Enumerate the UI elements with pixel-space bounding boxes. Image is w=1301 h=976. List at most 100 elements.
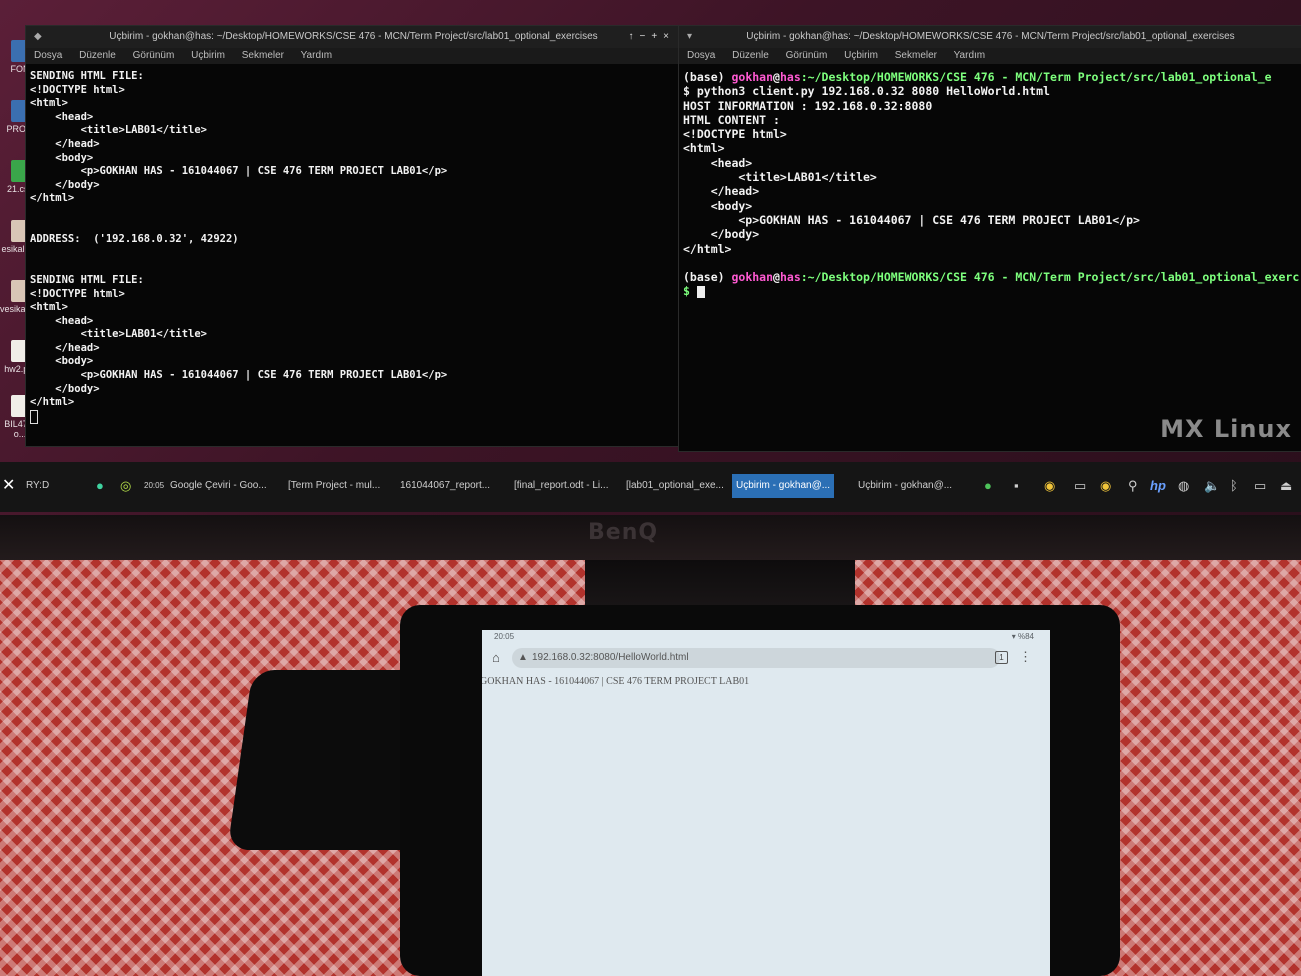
menu-item[interactable]: Görünüm [786, 50, 828, 61]
prompt-at: @ [773, 70, 780, 84]
window-title: Uçbirim - gokhan@has: ~/Desktop/HOMEWORK… [746, 31, 1235, 42]
taskbar-item-folder[interactable]: [lab01_optional_exe... [622, 474, 728, 498]
update-indicator-icon[interactable]: ◎ [120, 474, 131, 498]
menu-item[interactable]: Yardım [301, 50, 333, 61]
terminal-line: <body> [683, 198, 753, 213]
eject-icon[interactable]: ⏏ [1280, 474, 1292, 498]
window-title: Uçbirim - gokhan@has: ~/Desktop/HOMEWORK… [109, 31, 598, 42]
command-output: HOST INFORMATION : 192.168.0.32:8080 HTML… [683, 99, 1298, 256]
browser-toolbar: ⌂ 192.168.0.32:8080/HelloWorld.html ▲ 1 … [482, 644, 1050, 672]
battery-level: %84 [1017, 632, 1034, 641]
client-terminal-window[interactable]: ▾ Uçbirim - gokhan@has: ~/Desktop/HOMEWO… [678, 25, 1301, 452]
client-terminal-menubar: Dosya Düzenle Görünüm Uçbirim Sekmeler Y… [679, 48, 1301, 64]
client-terminal-output[interactable]: (base) gokhan@has:~/Desktop/HOMEWORKS/CS… [679, 64, 1301, 305]
terminal-line: <title>LAB01</title> [683, 170, 877, 185]
maximize-icon[interactable]: + [651, 31, 663, 42]
terminal-line: <title>LAB01</title> [30, 328, 208, 341]
mx-linux-watermark: MX Linux [1160, 415, 1292, 443]
menu-item[interactable]: Uçbirim [191, 50, 225, 61]
terminal-line: </head> [30, 137, 100, 150]
terminal-line: </body> [683, 227, 760, 242]
menu-item[interactable]: Uçbirim [844, 50, 878, 61]
terminal-line: <!DOCTYPE html> [30, 83, 125, 96]
server-terminal-window[interactable]: ◆ Uçbirim - gokhan@has: ~/Desktop/HOMEWO… [25, 25, 682, 447]
menu-item[interactable]: Dosya [34, 50, 62, 61]
terminal-launcher-icon[interactable]: ▪ [1014, 474, 1019, 498]
terminal-line: <title>LAB01</title> [30, 124, 208, 137]
menu-item[interactable]: Sekmeler [242, 50, 284, 61]
taskbar-item-terminal[interactable]: Uçbirim - gokhan@... [854, 474, 956, 498]
terminal-line: </head> [683, 184, 760, 199]
menu-item[interactable]: Sekmeler [895, 50, 937, 61]
discord-icon[interactable]: ◍ [1178, 474, 1189, 498]
terminal-line: <p>GOKHAN HAS - 161044067 | CSE 476 TERM… [30, 165, 448, 178]
taskbar-item-term-project[interactable]: [Term Project - mul... [284, 474, 384, 498]
chrome-icon[interactable]: ◉ [1044, 474, 1055, 498]
page-content: GOKHAN HAS - 161044067 | CSE 476 TERM PR… [482, 676, 750, 687]
terminal-line: <html> [30, 301, 68, 314]
terminal-line: <head> [30, 314, 94, 327]
terminal-line: <html> [683, 141, 725, 156]
taskbar-item-final-report[interactable]: [final_report.odt - Li... [510, 474, 613, 498]
client-terminal-titlebar[interactable]: ▾ Uçbirim - gokhan@has: ~/Desktop/HOMEWO… [679, 26, 1301, 48]
prompt-at: @ [773, 270, 780, 285]
window-menu-icon[interactable]: ◆ [34, 26, 42, 48]
spotify-icon[interactable]: ● [984, 474, 992, 498]
terminal-line: <html> [30, 97, 68, 110]
command-line: $ python3 client.py 192.168.0.32 8080 He… [683, 84, 1050, 99]
taskbar-item-report[interactable]: 161044067_report... [396, 474, 494, 498]
taskbar-item-google-translate[interactable]: Google Çeviri - Goo... [166, 474, 271, 498]
prompt-host: has [779, 70, 801, 84]
hp-icon[interactable]: hp [1150, 474, 1166, 498]
minimize-icon[interactable]: − [639, 31, 651, 42]
window-menu-icon[interactable]: ▾ [687, 26, 692, 48]
text-cursor [696, 285, 705, 298]
taskbar-start-label[interactable]: RY:D [22, 474, 53, 498]
menu-item[interactable]: Düzenle [732, 50, 769, 61]
monitor-screen: FON PRO... 21.csv esikalik... vesikalik.… [0, 0, 1301, 515]
volume-icon[interactable]: 🔈 [1204, 474, 1220, 498]
menu-item[interactable]: Dosya [687, 50, 715, 61]
close-icon[interactable]: × [663, 31, 675, 42]
mx-logo-icon[interactable]: ✕ [2, 474, 15, 498]
menu-item[interactable]: Yardım [954, 50, 986, 61]
home-icon[interactable]: ⌂ [492, 650, 500, 665]
chrome-icon[interactable]: ◉ [1100, 474, 1111, 498]
terminal-line: </html> [30, 192, 75, 205]
browser-menu-icon[interactable]: ⋮ [1019, 649, 1032, 665]
tab-switcher-icon[interactable]: 1 [995, 651, 1008, 664]
taskbar-clock[interactable]: 20:05 [140, 474, 168, 498]
terminal-line: <!DOCTYPE html> [30, 287, 125, 300]
text-cursor [30, 409, 38, 424]
pin-icon[interactable]: ↑ [628, 31, 639, 42]
address-bar[interactable]: 192.168.0.32:8080/HelloWorld.html [512, 648, 1000, 668]
server-terminal-titlebar[interactable]: ◆ Uçbirim - gokhan@has: ~/Desktop/HOMEWO… [26, 26, 681, 48]
location-icon[interactable]: ⚲ [1128, 474, 1138, 498]
app-indicator-icon[interactable]: ● [96, 474, 104, 498]
terminal-line: <body> [30, 355, 94, 368]
files-icon[interactable]: ▭ [1074, 474, 1086, 498]
terminal-line: SENDING HTML FILE: [30, 70, 144, 82]
menu-item[interactable]: Düzenle [79, 50, 116, 61]
not-secure-icon[interactable]: ▲ [518, 648, 528, 668]
terminal-line: <p>GOKHAN HAS - 161044067 | CSE 476 TERM… [30, 369, 448, 382]
server-terminal-output[interactable]: SENDING HTML FILE: <!DOCTYPE html> <html> … [26, 64, 681, 430]
terminal-line: </html> [683, 241, 732, 256]
prompt-path: :~/Desktop/HOMEWORKS/CSE 476 - MCN/Term … [800, 270, 1300, 285]
taskbar-item-terminal-active[interactable]: Uçbirim - gokhan@... [732, 474, 835, 498]
menu-item[interactable]: Görünüm [133, 50, 175, 61]
bluetooth-icon[interactable]: ᛒ [1230, 474, 1238, 498]
terminal-line: <head> [683, 155, 753, 170]
window-icon[interactable]: ▭ [1254, 474, 1266, 498]
wifi-icon: ▾ [1011, 632, 1016, 641]
terminal-line: <p>GOKHAN HAS - 161044067 | CSE 476 TERM… [683, 212, 1140, 227]
prompt-dollar: $ [683, 284, 690, 299]
terminal-line: </body> [30, 178, 100, 191]
terminal-line: <!DOCTYPE html> [683, 127, 787, 142]
prompt-path: :~/Desktop/HOMEWORKS/CSE 476 - MCN/Term … [800, 70, 1272, 84]
prompt-line: (base) gokhan@has:~/Desktop/HOMEWORKS/CS… [683, 270, 1300, 285]
